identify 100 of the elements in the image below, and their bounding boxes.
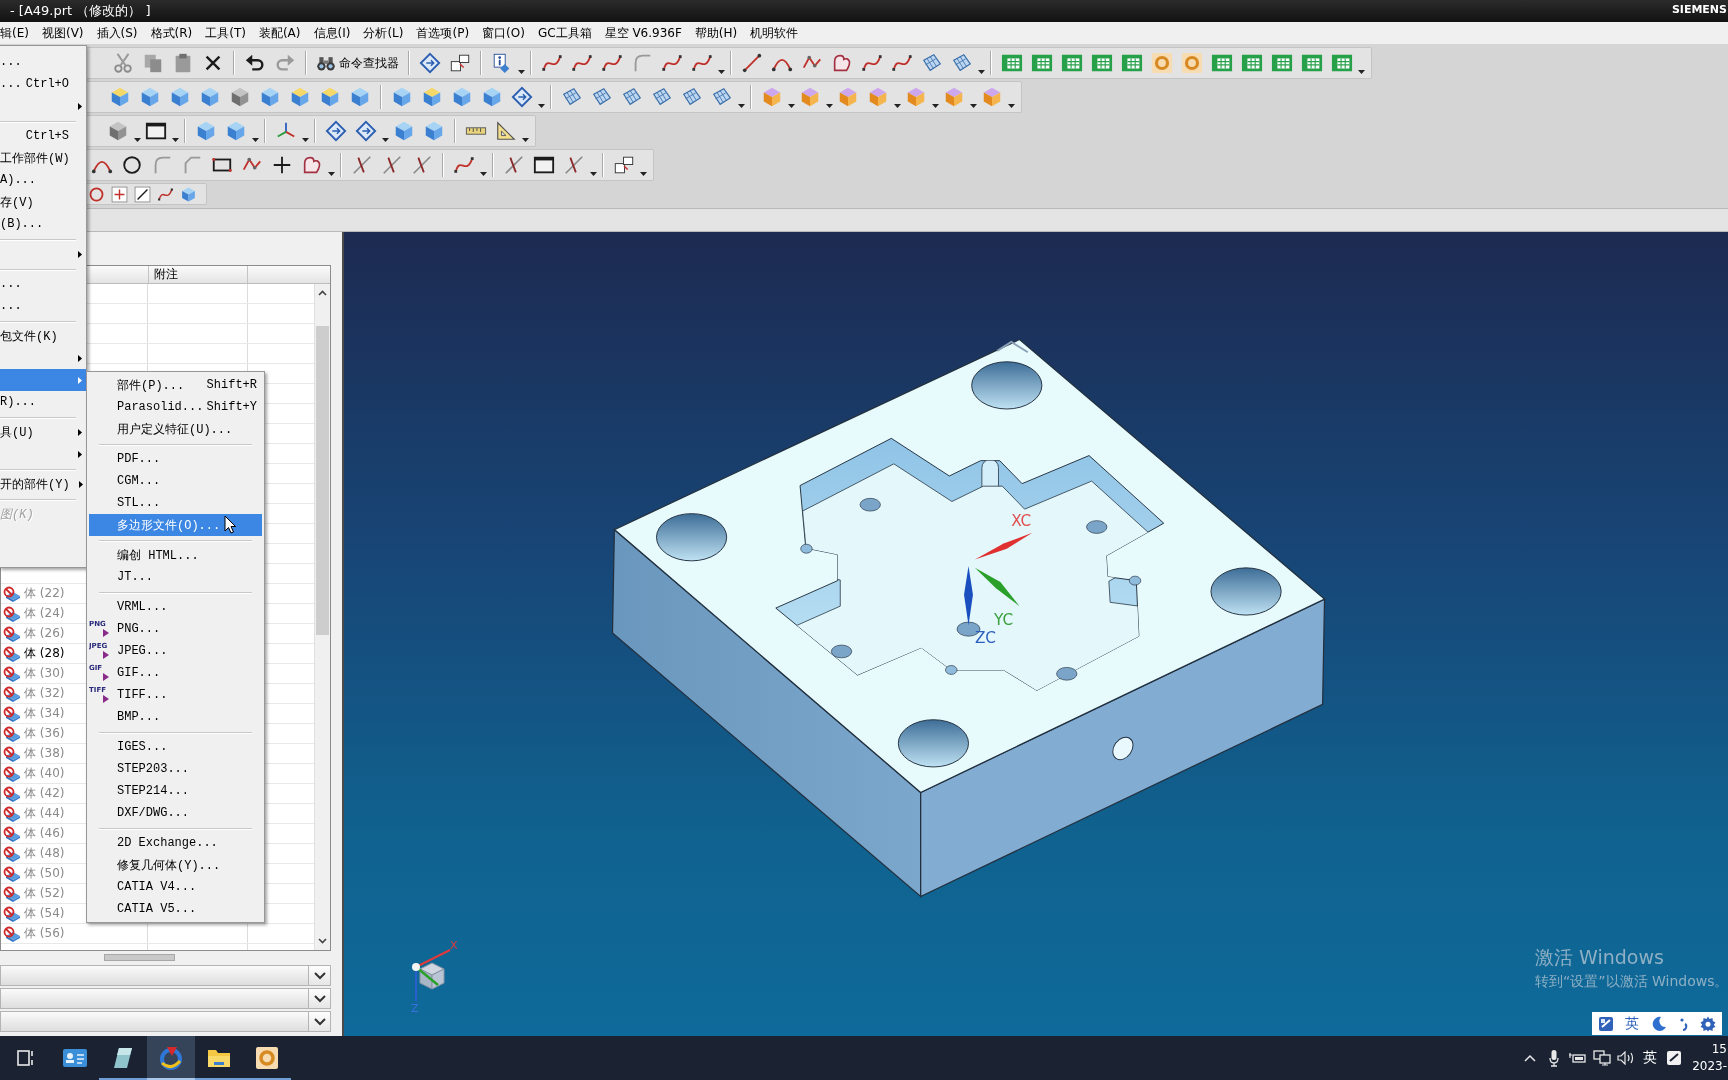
spreadsheet-icon[interactable]	[1211, 52, 1233, 74]
taskbar-button[interactable]	[147, 1036, 195, 1080]
caret-icon[interactable]	[517, 70, 525, 74]
menu-item[interactable]: STEP203...	[89, 758, 262, 780]
spreadsheet-icon[interactable]	[1241, 52, 1263, 74]
tree-node-label[interactable]: 体 (26)	[24, 625, 65, 642]
menu-item[interactable]: 工作部件(W)	[0, 147, 86, 169]
graphics-viewport[interactable]: XC YC ZC X Z 激活 Windows 转到“设置”以激活 Windows。 英	[342, 232, 1728, 1036]
menu-item[interactable]: 存(V)	[0, 191, 86, 213]
cube-icon[interactable]	[229, 86, 251, 108]
caret-icon[interactable]	[521, 138, 529, 142]
chevron-up-icon[interactable]	[1524, 1054, 1537, 1062]
menu-item[interactable]: ... Ctrl+O	[0, 73, 86, 95]
menu-item[interactable]: ...	[0, 295, 86, 317]
rounded-shape-icon[interactable]	[301, 154, 323, 176]
speaker-icon[interactable]	[1617, 1051, 1636, 1065]
cube-icon[interactable]	[391, 86, 413, 108]
caret-icon[interactable]	[639, 172, 647, 176]
tree-node-label[interactable]: 体 (24)	[24, 605, 65, 622]
curve-icon[interactable]	[453, 154, 475, 176]
menu-item[interactable]: 用户定义特征(U)...	[89, 418, 262, 440]
caret-icon[interactable]	[251, 138, 259, 142]
surface-icon[interactable]	[591, 86, 613, 108]
caret-icon[interactable]	[133, 138, 141, 142]
menu-bar-item[interactable]: 装配(A)	[258, 24, 301, 42]
menu-bar-item[interactable]: 视图(V)	[41, 24, 84, 42]
cube-icon[interactable]	[481, 86, 503, 108]
punctuation-icon[interactable]	[1678, 1016, 1689, 1031]
cube-icon[interactable]	[421, 86, 443, 108]
caret-icon[interactable]	[893, 104, 901, 108]
spreadsheet-icon[interactable]	[1301, 52, 1323, 74]
tree-node-label[interactable]: 体 (56)	[24, 925, 65, 942]
card-icon[interactable]	[62, 1047, 88, 1069]
menu-bar-item[interactable]: 帮助(H)	[694, 24, 738, 42]
menu-item[interactable]: CGM...	[89, 470, 262, 492]
part-model[interactable]	[611, 338, 1326, 898]
diamond-icon[interactable]	[355, 120, 377, 142]
curve-icon[interactable]	[571, 52, 593, 74]
cube-icon[interactable]	[107, 120, 129, 142]
menu-item[interactable]: JT...	[89, 566, 262, 588]
menu-item[interactable]: R)...	[0, 391, 86, 413]
command-finder-button[interactable]: 命令查找器	[312, 50, 403, 76]
undo-icon[interactable]	[244, 52, 266, 74]
menu-bar-item[interactable]: 星空 V6.936F	[604, 24, 682, 42]
crossing-lines-icon[interactable]	[351, 154, 373, 176]
cube-icon[interactable]	[199, 86, 221, 108]
diamond-icon[interactable]	[511, 86, 533, 108]
menu-item[interactable]: (B)...	[0, 213, 86, 235]
surface-icon[interactable]	[711, 86, 733, 108]
caret-icon[interactable]	[537, 104, 545, 108]
cube-icon[interactable]	[169, 86, 191, 108]
column-header[interactable]: 附注	[154, 266, 178, 283]
caret-icon[interactable]	[327, 172, 335, 176]
menu-item[interactable]: ...	[0, 273, 86, 295]
clock-date[interactable]: 2023-	[1692, 1058, 1727, 1075]
tree-node-label[interactable]: 体 (48)	[24, 845, 65, 862]
tree-node-label[interactable]: 体 (54)	[24, 905, 65, 922]
spreadsheet-icon[interactable]	[1001, 52, 1023, 74]
surface-icon[interactable]	[621, 86, 643, 108]
tree-node-label[interactable]: 体 (36)	[24, 725, 65, 742]
cube-icon[interactable]	[109, 86, 131, 108]
caret-icon[interactable]	[479, 172, 487, 176]
cube-icon[interactable]	[349, 86, 371, 108]
menu-item[interactable]: BMP...	[89, 706, 262, 728]
menu-item[interactable]: Parasolid... Shift+Y	[89, 396, 262, 418]
tree-node-label[interactable]: 体 (42)	[24, 785, 65, 802]
menu-bar-item[interactable]: 分析(L)	[363, 24, 404, 42]
scrollbar-thumb[interactable]	[104, 953, 175, 961]
menu-item[interactable]: A)...	[0, 169, 86, 191]
menu-bar-item[interactable]: 窗口(O)	[482, 24, 525, 42]
crossing-lines-icon[interactable]	[563, 154, 585, 176]
curve-icon[interactable]	[891, 52, 913, 74]
surface-icon[interactable]	[951, 52, 973, 74]
menu-item[interactable]: 修复几何体(Y)...	[89, 854, 262, 876]
menu-bar-item[interactable]: 格式(R)	[150, 24, 193, 42]
diamond-icon[interactable]	[419, 52, 441, 74]
curve-icon[interactable]	[861, 52, 883, 74]
spreadsheet-icon[interactable]	[1121, 52, 1143, 74]
settings-icon[interactable]	[1700, 1015, 1717, 1032]
network-icon[interactable]	[1593, 1050, 1612, 1066]
cube-icon[interactable]	[180, 185, 197, 203]
caret-icon[interactable]	[825, 104, 833, 108]
crossing-lines-icon[interactable]	[411, 154, 433, 176]
input-method-indicator[interactable]: 英	[1643, 1049, 1658, 1067]
surface-icon[interactable]	[561, 86, 583, 108]
ime-mode-label[interactable]: 英	[1625, 1014, 1640, 1033]
spreadsheet-icon[interactable]	[1061, 52, 1083, 74]
caret-icon[interactable]	[931, 104, 939, 108]
tree-node-label[interactable]: 体 (44)	[24, 805, 65, 822]
caret-icon[interactable]	[301, 138, 309, 142]
ring-tile-icon[interactable]	[1151, 52, 1173, 74]
crossing-lines-icon[interactable]	[381, 154, 403, 176]
tree-node-label[interactable]: 体 (22)	[24, 585, 65, 602]
tree-node-label[interactable]: 体 (46)	[24, 825, 65, 842]
clock-time[interactable]: 15	[1711, 1041, 1727, 1058]
curve-icon[interactable]	[157, 185, 174, 203]
cube-icon[interactable]	[259, 86, 281, 108]
curve-icon[interactable]	[661, 52, 683, 74]
cube-icon[interactable]	[289, 86, 311, 108]
menu-bar-item[interactable]: 信息(I)	[313, 24, 351, 42]
